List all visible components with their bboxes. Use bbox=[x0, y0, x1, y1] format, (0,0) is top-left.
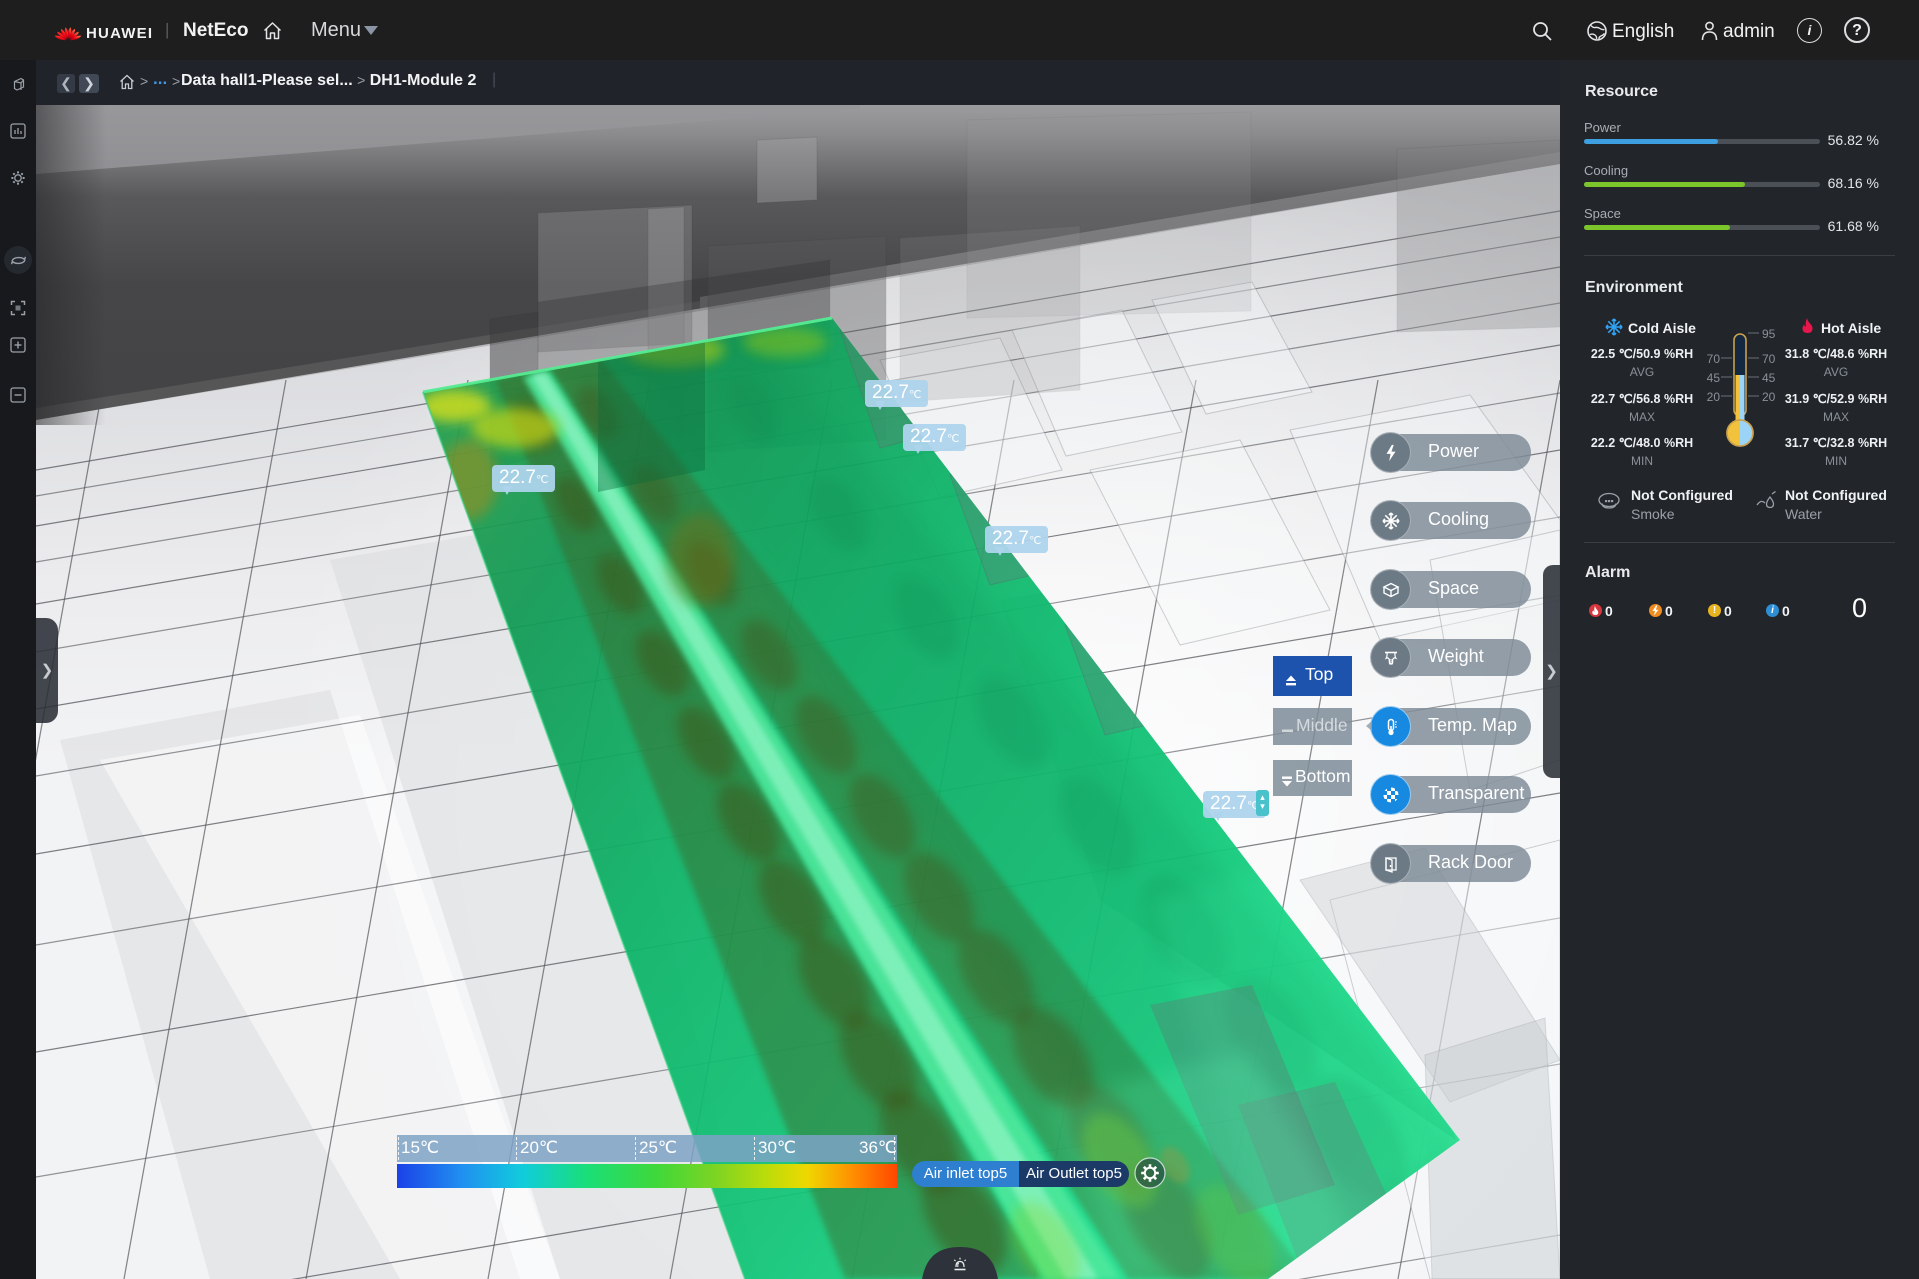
svg-text:t: t bbox=[1390, 659, 1392, 665]
